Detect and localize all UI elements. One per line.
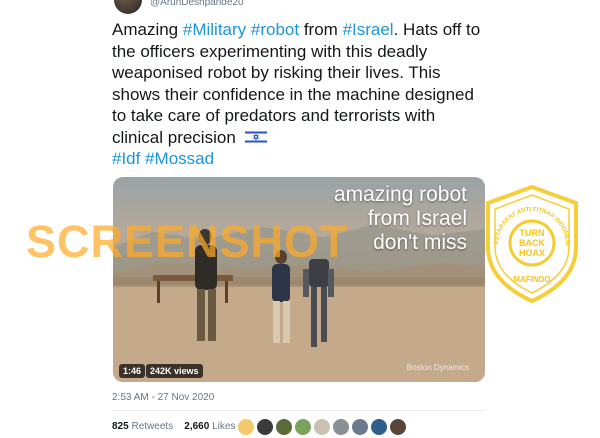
tweet-text-segment: Amazing <box>112 20 183 39</box>
liker-avatar[interactable] <box>332 418 350 436</box>
liker-avatar[interactable] <box>275 418 293 436</box>
retweets-count[interactable]: 825 <box>112 421 129 432</box>
hashtag-idf[interactable]: #Idf <box>112 149 140 168</box>
retweets-label[interactable]: Retweets <box>131 421 173 432</box>
liker-avatar[interactable] <box>313 418 331 436</box>
svg-text:TURN: TURN <box>520 228 545 238</box>
liker-avatar[interactable] <box>370 418 388 436</box>
tweet-text-segment: from <box>299 20 343 39</box>
liker-avatar[interactable] <box>256 418 274 436</box>
hashtag[interactable]: #Israel <box>343 20 394 39</box>
liker-avatar[interactable] <box>237 418 255 436</box>
tweet-stats: 825 Retweets 2,660 Likes <box>112 421 235 432</box>
user-handle[interactable]: @ArunDeshpande20 <box>150 0 244 8</box>
liker-avatar[interactable] <box>294 418 312 436</box>
video-views: 242K views <box>146 364 203 378</box>
hashtag[interactable]: #robot <box>251 20 299 39</box>
tweet-timestamp[interactable]: 2:53 AM - 27 Nov 2020 <box>112 392 214 403</box>
hashtag-mossad[interactable]: #Mossad <box>145 149 214 168</box>
liker-avatar[interactable] <box>389 418 407 436</box>
video-credit: Boston Dynamics <box>406 363 469 372</box>
svg-text:HOAX: HOAX <box>519 248 545 258</box>
overlay-line: amazing robot <box>333 183 467 206</box>
liker-avatar[interactable] <box>351 418 369 436</box>
tweet-text: Amazing #Military #robot from #Israel. H… <box>112 19 487 170</box>
mafindo-seal-icon: TURN BACK HOAX MASYARAKAT ANTI FITNAH IN… <box>484 185 578 303</box>
svg-text:MAFINDO: MAFINDO <box>513 275 550 284</box>
video-duration: 1:46 <box>119 364 146 378</box>
likes-label[interactable]: Likes <box>212 421 235 432</box>
svg-text:BACK: BACK <box>519 238 545 248</box>
israel-flag-icon <box>244 129 267 144</box>
screenshot-watermark: SCREENSHOT <box>26 216 349 267</box>
likes-count[interactable]: 2,660 <box>184 421 209 432</box>
video-player[interactable]: amazing robot from Israel don't miss 1:4… <box>113 177 485 382</box>
divider <box>112 410 485 411</box>
tweet-body: Amazing #Military #robot from #Israel. H… <box>112 20 480 147</box>
hashtag[interactable]: #Military <box>183 20 246 39</box>
avatar[interactable] <box>114 0 142 14</box>
